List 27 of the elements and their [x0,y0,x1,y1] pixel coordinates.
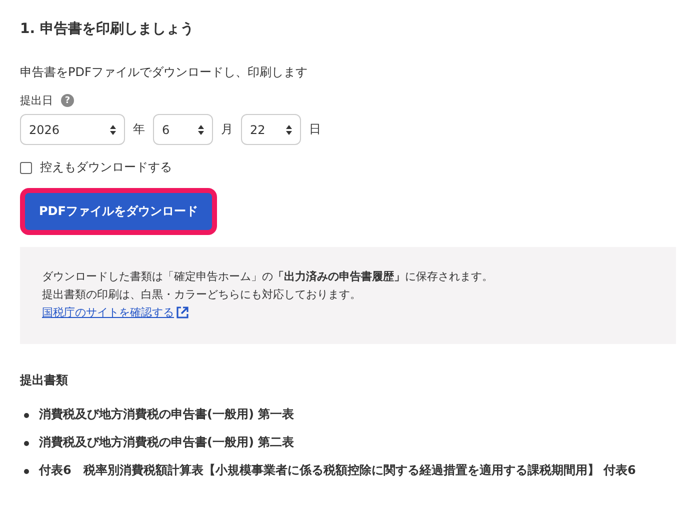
checkbox-label: 控えもダウンロードする [40,159,172,176]
info-text: 提出書類の印刷は、白黒・カラーどちらにも対応しております。 [42,287,362,302]
date-select[interactable]: 22 [241,114,301,145]
checkbox[interactable] [20,162,32,174]
bullet-icon [24,413,29,418]
unit-label: 月 [221,121,233,138]
section-heading: 1. 申告書を印刷しましょう [20,20,195,38]
bullet-icon [24,441,29,446]
document-item: 消費税及び地方消費税の申告書(一般用) 第一表 [39,406,294,423]
download-button[interactable]: PDFファイルをダウンロード [25,193,212,230]
date-select[interactable]: 6 [153,114,213,145]
document-item: 付表6 税率別消費税額計算表【小規模事業者に係る税額控除に関する経過措置を適用する課税期間用】 付表6 [39,462,636,480]
external-link-icon [176,306,189,319]
sort-arrows-icon [286,124,292,134]
date-select[interactable]: 2026 [20,114,125,145]
help-icon[interactable]: ? [61,94,74,107]
document-item: 消費税及び地方消費税の申告書(一般用) 第二表 [39,434,294,452]
unit-label: 年 [133,121,145,138]
field-label: 提出日 [20,93,53,108]
info-text: ダウンロードした書類は「確定申告ホーム」の「出力済みの申告書履歴」に保存されます。 [42,269,494,284]
sort-arrows-icon [110,124,116,134]
bullet-icon [24,469,29,474]
sort-arrows-icon [198,124,204,134]
intro-text: 申告書をPDFファイルでダウンロードし、印刷します [20,64,308,81]
list-title: 提出書類 [20,372,69,389]
external-link[interactable]: 国税庁のサイトを確認する [42,305,189,320]
unit-label: 日 [309,121,321,138]
